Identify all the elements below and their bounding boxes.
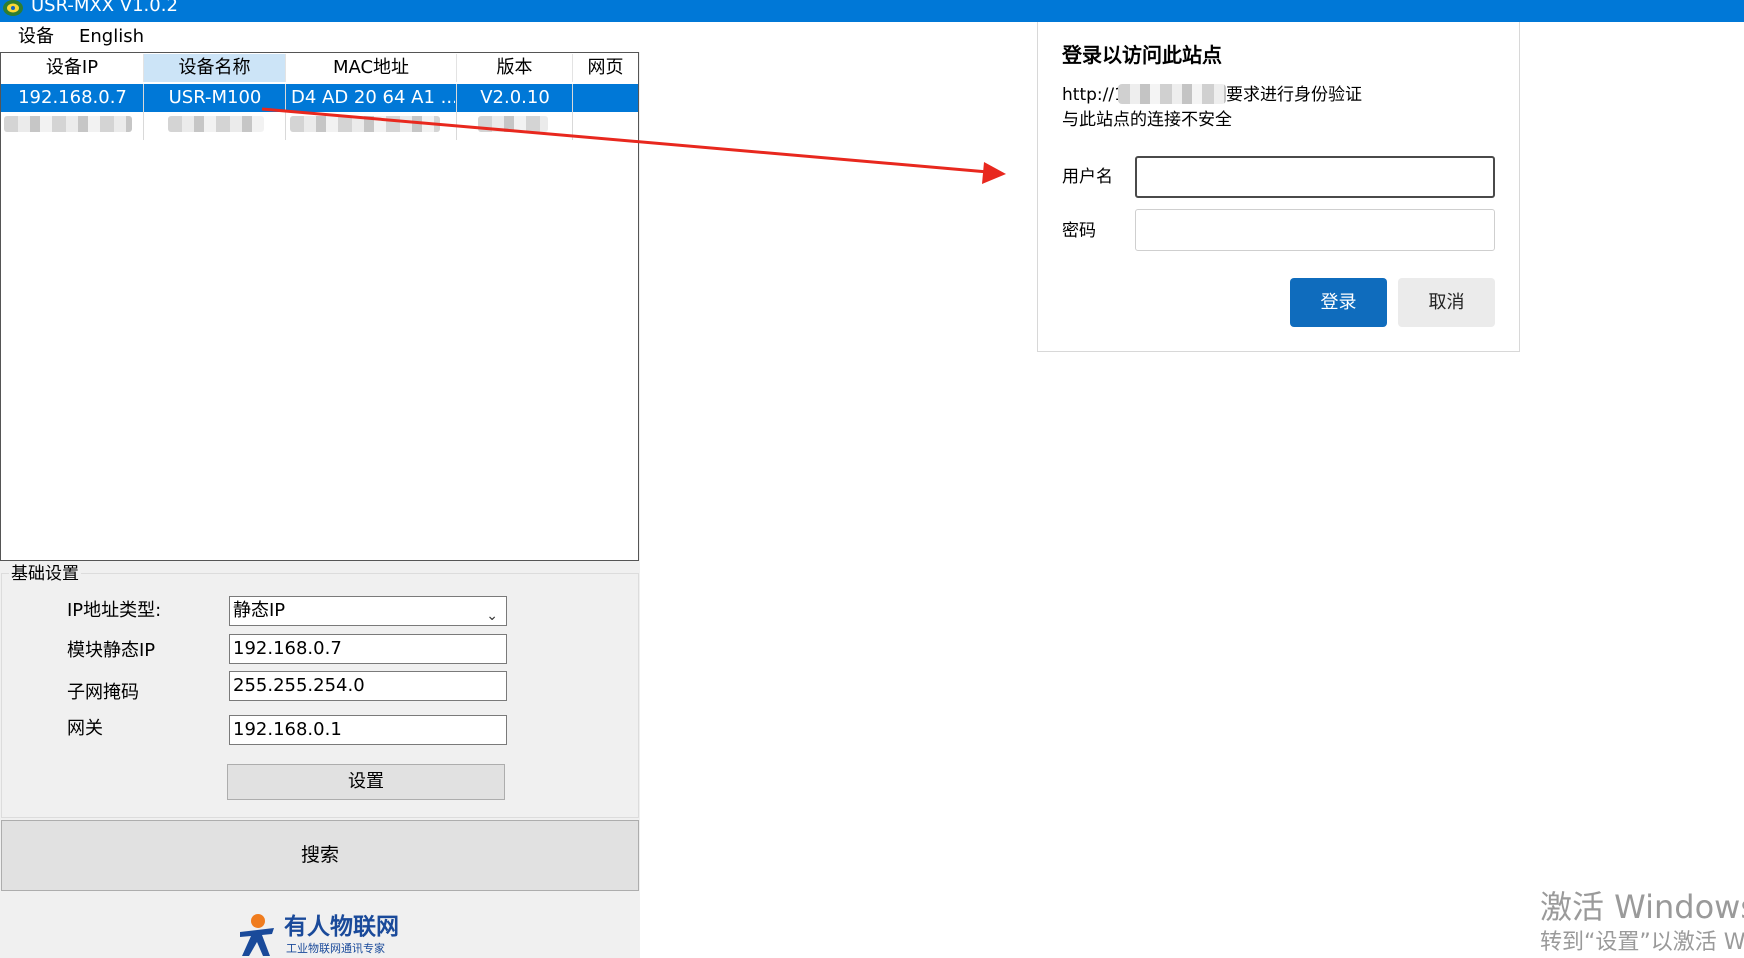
logo-icon	[240, 914, 274, 956]
column-divider	[143, 84, 144, 140]
ip-type-select[interactable]: 静态IP ⌄	[229, 596, 507, 626]
cell-mac: D4 AD 20 64 A1 ...	[291, 87, 455, 108]
subnet-field[interactable]: 255.255.254.0	[229, 671, 507, 701]
redacted-cell[interactable]	[290, 116, 440, 132]
password-label: 密码	[1062, 221, 1096, 241]
cell-version: V2.0.10	[480, 87, 550, 108]
search-button[interactable]: 搜索	[1, 820, 639, 891]
column-divider	[285, 84, 286, 140]
cell-name: USR-M100	[168, 87, 262, 108]
activation-watermark: 激活 Windows	[1540, 888, 1744, 926]
username-input[interactable]	[1135, 156, 1495, 198]
group-title: 基础设置	[9, 563, 81, 585]
static-ip-field[interactable]: 192.168.0.7	[229, 634, 507, 664]
column-header-web[interactable]: 网页	[573, 54, 638, 82]
dialog-auth-text: 要求进行身份验证	[1226, 85, 1362, 105]
chevron-down-icon[interactable]: ⌄	[486, 602, 498, 630]
logo-tagline: 工业物联网通讯专家	[286, 942, 385, 955]
redacted-cell[interactable]	[168, 116, 264, 132]
ip-type-label: IP地址类型:	[67, 600, 162, 621]
login-button[interactable]: 登录	[1290, 278, 1387, 327]
column-header-version[interactable]: 版本	[457, 54, 573, 82]
cell-ip: 192.168.0.7	[18, 87, 127, 108]
redacted-cell[interactable]	[4, 116, 132, 132]
column-header-name[interactable]: 设备名称	[144, 54, 286, 82]
gateway-label: 网关	[67, 718, 103, 739]
window-title: USR-MXX V1.0.2	[31, 0, 178, 16]
static-ip-label: 模块静态IP	[67, 640, 156, 661]
app-icon	[3, 0, 23, 16]
set-button[interactable]: 设置	[227, 764, 505, 800]
dialog-warning: 与此站点的连接不安全	[1062, 110, 1232, 130]
activation-watermark-hint: 转到“设置”以激活 Wi	[1540, 930, 1744, 955]
ip-type-value: 静态IP	[233, 600, 286, 621]
cancel-button[interactable]: 取消	[1398, 278, 1495, 327]
column-header-ip[interactable]: 设备IP	[1, 54, 144, 82]
gateway-field[interactable]: 192.168.0.1	[229, 715, 507, 745]
column-divider	[456, 84, 457, 140]
logo-name: 有人物联网	[284, 914, 399, 940]
dialog-url: http://1	[1062, 85, 1125, 105]
redacted-cell[interactable]	[478, 116, 548, 132]
redacted-url	[1118, 84, 1226, 104]
username-label: 用户名	[1062, 167, 1113, 187]
menu-english[interactable]: English	[79, 25, 144, 49]
title-bar	[0, 0, 1744, 22]
subnet-label: 子网掩码	[67, 682, 139, 703]
column-header-mac[interactable]: MAC地址	[286, 54, 457, 82]
dialog-title: 登录以访问此站点	[1062, 43, 1222, 67]
menu-device[interactable]: 设备	[18, 25, 54, 49]
column-divider	[572, 84, 573, 140]
password-input[interactable]	[1135, 209, 1495, 251]
